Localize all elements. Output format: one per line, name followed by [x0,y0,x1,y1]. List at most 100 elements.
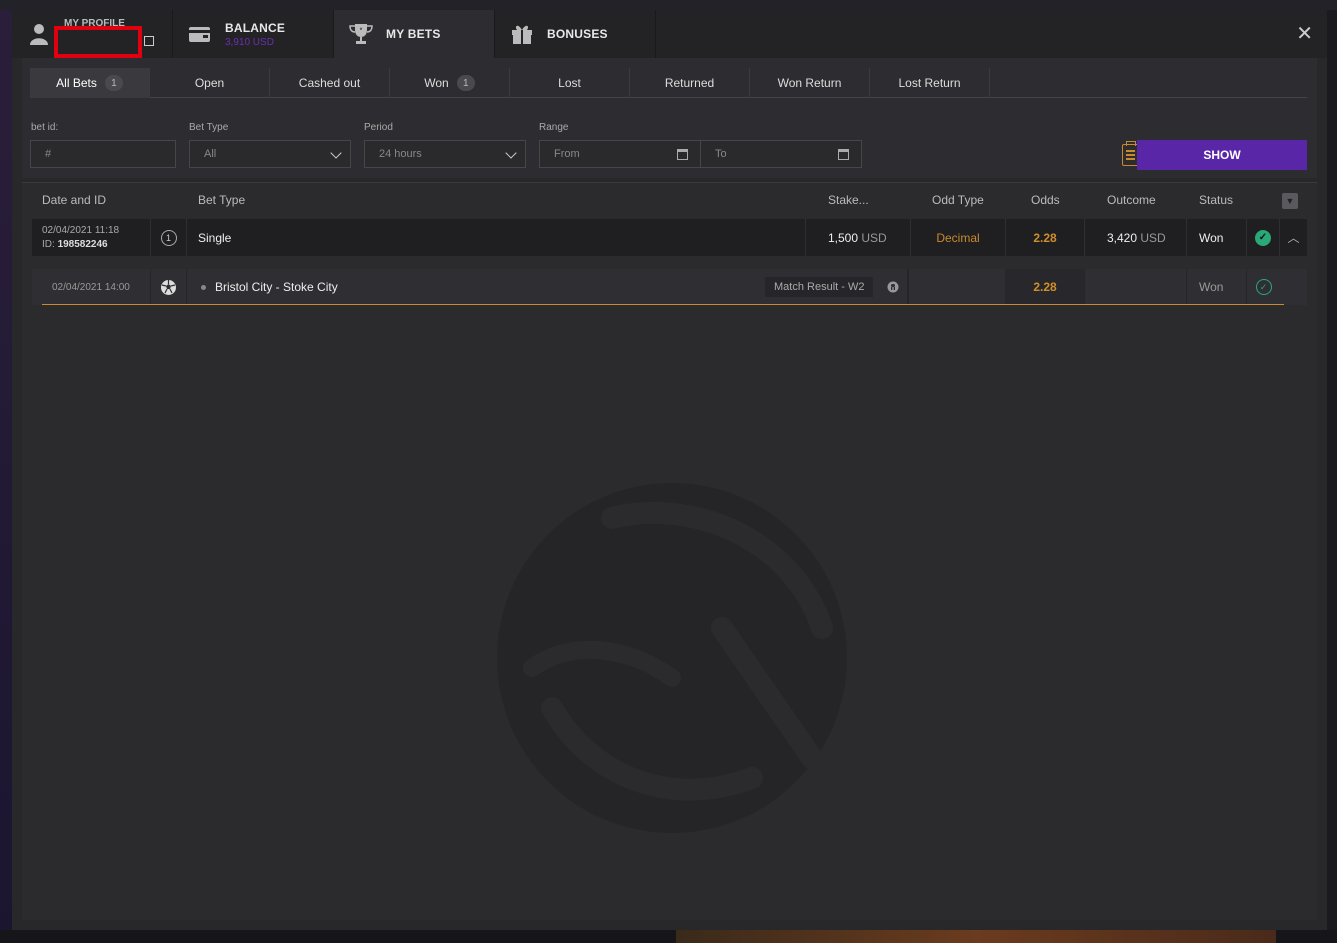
bet-date: 02/04/2021 11:18 [42,225,120,236]
empty-cell [908,269,1006,305]
selection-status-icon-cell: ✓ [1247,269,1280,305]
tab-label: BALANCE [225,20,286,35]
collapse-all-icon[interactable]: ▼ [1282,193,1298,209]
count-badge: 1 [104,75,123,91]
bet-id-input[interactable]: # [30,140,176,168]
empty-cell [1085,269,1187,305]
subtab-all-bets[interactable]: All Bets 1 [30,68,150,98]
subtab-label: Open [194,76,225,90]
tab-label: BONUSES [547,27,608,41]
calendar-icon[interactable] [677,149,688,160]
filter-panel: All Bets 1 Open Cashed out Won 1 Lost Retu… [22,58,1317,178]
account-tabs: MY PROFILE BALANCE 3,910 USD MY BETS BON… [12,10,1327,58]
range-from-input[interactable]: From [539,140,701,168]
period-label: Period [364,122,393,133]
bet-count-cell: 1 [151,219,187,256]
bet-id-prefix: ID: [42,239,55,250]
tab-balance[interactable]: BALANCE 3,910 USD [173,10,334,58]
to-placeholder: To [715,148,727,160]
stake-currency: USD [861,230,887,245]
subtab-label: All Bets [56,76,97,90]
subtab-won[interactable]: Won 1 [390,68,510,98]
bet-id-line: ID: 198582246 [42,239,108,250]
from-placeholder: From [554,148,580,160]
col-status: Status [1199,193,1234,207]
subtab-won-return[interactable]: Won Return [750,68,870,98]
number-one-icon: 1 [160,229,177,246]
chevron-down-icon [330,147,342,159]
wallet-icon [187,21,213,47]
subtab-cashed-out[interactable]: Cashed out [270,68,390,98]
bullet-icon [201,284,206,290]
row-underline [42,304,1284,305]
stake-cell: 1,500 USD [806,219,911,256]
trophy-icon [348,21,374,47]
subtab-label: Won [424,76,449,90]
bet-id: 198582246 [57,239,108,250]
subtab-lost[interactable]: Lost [510,68,630,98]
bet-type-select[interactable]: All [189,140,351,168]
chevron-up-icon[interactable]: ︿ [1280,219,1307,256]
tab-bonuses[interactable]: BONUSES [495,10,656,58]
bet-type-value: All [204,148,217,160]
subtab-label: Won Return [777,76,842,90]
tab-my-bets[interactable]: MY BETS [334,10,495,58]
background-bottom [0,930,1337,943]
col-date: Date and ID [42,193,107,207]
check-circle-icon: ✓ [1255,229,1271,246]
table-header: Date and ID Bet Type Stake... Odd Type O… [22,183,1317,217]
close-icon[interactable]: ✕ [1296,24,1313,44]
col-stake: Stake... [828,193,869,207]
table-row[interactable]: 02/04/2021 11:18 ID: 198582246 1 Single … [32,219,1307,256]
bet-date-cell: 02/04/2021 11:18 ID: 198582246 [32,219,151,256]
selection-odds: 2.28 [1006,269,1085,305]
logo-watermark-icon [497,483,847,833]
stats-icon[interactable] [887,281,899,293]
calendar-icon[interactable] [838,149,849,160]
odd-type-value: Decimal [911,219,1006,256]
bet-type-value: Single [187,219,806,256]
period-select[interactable]: 24 hours [364,140,526,168]
selection-status: Won [1187,269,1247,305]
sport-cell [151,269,187,305]
info-cell [878,269,908,305]
promo-banner [676,930,1276,943]
subtab-label: Returned [664,76,715,90]
count-badge: 1 [456,75,475,91]
col-bet-type: Bet Type [198,193,246,207]
selection-row: 02/04/2021 14:00 Bristol City - Stoke Ci… [32,269,1307,305]
show-button[interactable]: SHOW [1137,140,1307,170]
status-tabs: All Bets 1 Open Cashed out Won 1 Lost Retu… [30,68,1307,98]
col-outcome: Outcome [1107,193,1156,207]
col-odd-type: Odd Type [932,193,984,207]
event-name: Bristol City - Stoke City [215,280,338,294]
subtab-lost-return[interactable]: Lost Return [870,68,990,98]
range-to-input[interactable]: To [700,140,862,168]
range-label: Range [539,122,569,133]
status-value: Won [1187,219,1247,256]
soccer-ball-icon [161,279,176,295]
user-icon [26,21,52,47]
bets-table: Date and ID Bet Type Stake... Odd Type O… [22,182,1317,920]
background-top [0,0,1337,10]
subtab-returned[interactable]: Returned [630,68,750,98]
my-bets-modal: MY PROFILE BALANCE 3,910 USD MY BETS BON… [12,10,1327,930]
period-value: 24 hours [379,148,422,160]
balance-value: 3,910 USD [225,36,274,48]
market-badge: Match Result - W2 [765,277,874,297]
tab-my-profile[interactable]: MY PROFILE [12,10,173,58]
status-icon-cell: ✓ [1247,219,1280,256]
bet-id-placeholder: # [45,148,52,160]
copy-icon[interactable] [144,36,154,46]
outcome-currency: USD [1140,230,1166,245]
subtab-label: Lost Return [898,76,961,90]
selection-date: 02/04/2021 14:00 [32,269,151,305]
subtab-label: Cashed out [298,76,361,90]
check-circle-outline-icon: ✓ [1255,279,1272,295]
bet-id-label: bet id: [31,122,59,133]
background-left [0,0,12,943]
bet-type-label: Bet Type [189,122,229,133]
stake-amount: 1,500 [828,230,859,245]
chevron-down-icon [505,147,517,159]
subtab-open[interactable]: Open [150,68,270,98]
